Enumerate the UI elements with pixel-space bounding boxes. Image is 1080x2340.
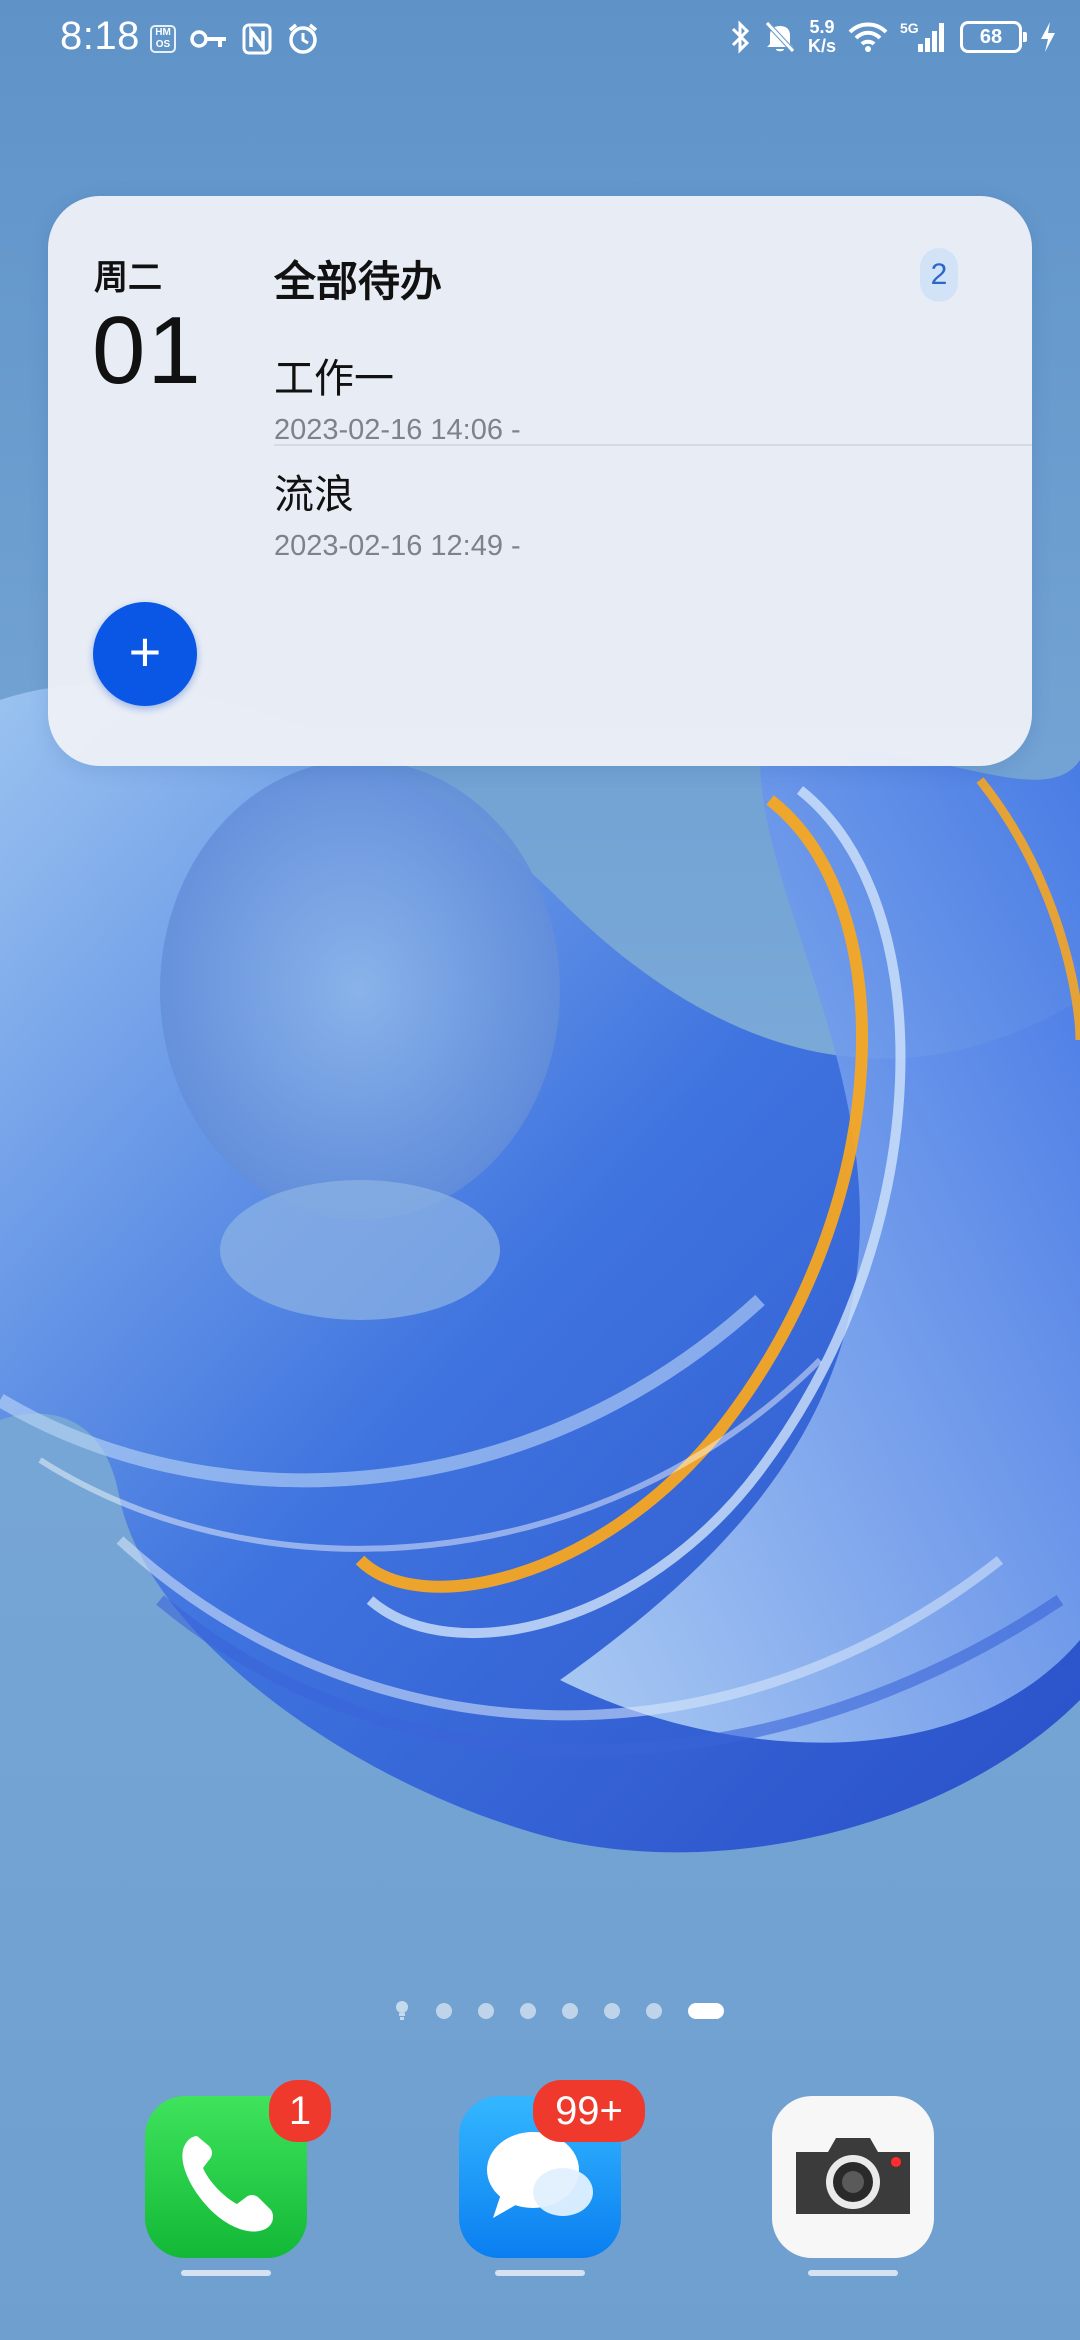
- battery-icon: 68: [960, 21, 1027, 53]
- page-dot[interactable]: [604, 2003, 620, 2019]
- app-running-indicator: [495, 2270, 585, 2276]
- page-dot[interactable]: [478, 2003, 494, 2019]
- network-speed-value: 5.9: [809, 17, 835, 37]
- status-bar: 8:18 HM OS 5.9 K/s 5G 68: [0, 0, 1080, 80]
- bluetooth-icon: [731, 20, 750, 54]
- signal-icon: 5G: [900, 20, 948, 54]
- camera-app[interactable]: [772, 2096, 934, 2258]
- task-item[interactable]: 工作一 2023-02-16 14:06 -: [274, 346, 1032, 447]
- wifi-icon: [848, 22, 888, 52]
- network-speed-unit: K/s: [807, 36, 836, 56]
- status-time: 8:18: [60, 14, 140, 58]
- task-title: 流浪: [274, 473, 354, 517]
- task-title: 工作一: [274, 357, 394, 401]
- notification-badge: 1: [269, 2080, 331, 2142]
- app-running-indicator: [181, 2270, 271, 2276]
- charging-icon: [1041, 22, 1055, 52]
- lightbulb-icon[interactable]: [394, 2000, 410, 2022]
- page-dot-active[interactable]: [688, 2003, 724, 2019]
- phone-app[interactable]: 1: [145, 2080, 331, 2258]
- status-right-icons: 5.9 K/s 5G 68: [730, 18, 1056, 56]
- task-time: 2023-02-16 14:06 -: [274, 414, 521, 446]
- task-item[interactable]: 流浪 2023-02-16 12:49 -: [274, 462, 1032, 563]
- messages-app[interactable]: 99+: [459, 2080, 645, 2258]
- add-task-button[interactable]: +: [93, 602, 197, 706]
- page-dot[interactable]: [646, 2003, 662, 2019]
- hmos-icon: HM OS: [150, 25, 176, 53]
- task-time: 2023-02-16 12:49 -: [274, 530, 521, 562]
- notification-badge: 99+: [533, 2080, 645, 2142]
- key-icon: [190, 30, 226, 48]
- network-speed: 5.9 K/s: [808, 18, 836, 56]
- weekday-label: 周二: [94, 259, 162, 297]
- app-running-indicator: [808, 2270, 898, 2276]
- todo-widget[interactable]: 周二 01 全部待办 2 工作一 2023-02-16 14:06 - 流浪 2…: [48, 196, 1032, 766]
- page-dot[interactable]: [436, 2003, 452, 2019]
- dock: 1 99+: [0, 2080, 1080, 2316]
- todo-list-title[interactable]: 全部待办: [274, 248, 442, 309]
- todo-count-badge: 2: [920, 248, 958, 302]
- page-indicator[interactable]: [0, 1996, 1080, 2026]
- mute-icon: [765, 21, 795, 53]
- nfc-icon: [242, 23, 272, 55]
- camera-icon: [796, 2138, 910, 2214]
- page-dot[interactable]: [562, 2003, 578, 2019]
- task-divider: [274, 444, 1032, 446]
- status-left-icons: HM OS: [150, 22, 320, 56]
- day-number: 01: [92, 297, 203, 404]
- page-dot[interactable]: [520, 2003, 536, 2019]
- alarm-icon: [288, 23, 318, 54]
